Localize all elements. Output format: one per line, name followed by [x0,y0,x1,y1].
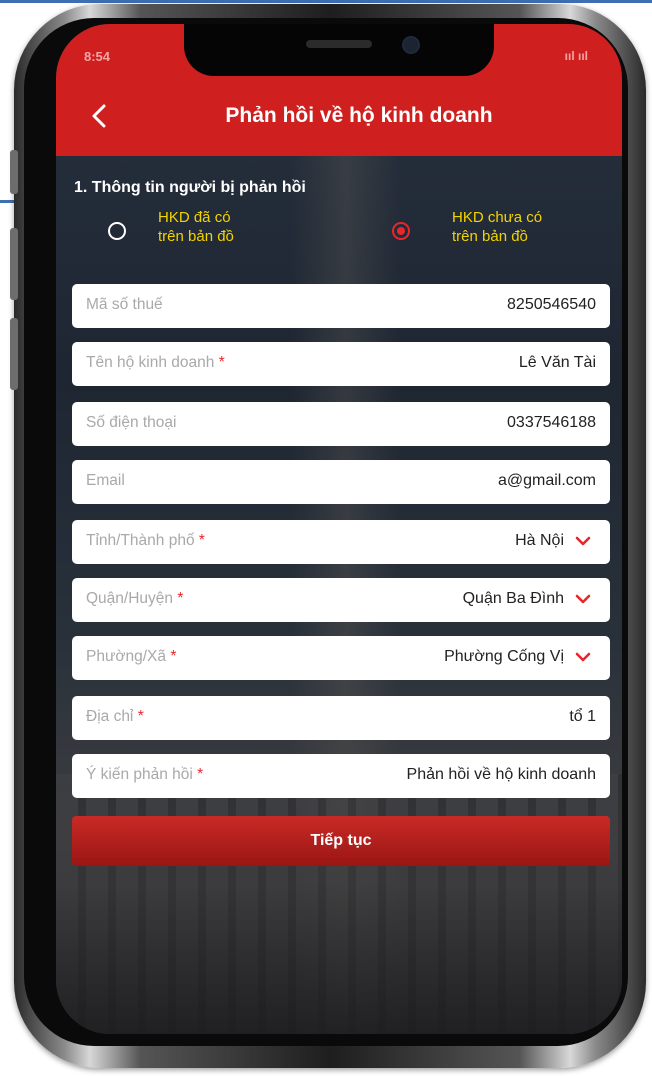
back-button[interactable] [80,96,120,136]
ward-select[interactable]: Phường/Xã * Phường Cống Vị [72,636,610,680]
phone-field[interactable]: Số điện thoại 0337546188 [72,402,610,446]
field-label: Quận/Huyện * [86,590,184,607]
chevron-down-icon[interactable] [572,530,594,552]
status-time: 8:54 [84,49,111,64]
speaker-grille [306,40,372,48]
radio-label-line1: HKD đã có [158,209,231,226]
field-value: Hà Nội [515,532,564,549]
tax-code-field[interactable]: Mã số thuế 8250546540 [72,284,610,328]
field-value: Lê Văn Tài [518,354,596,371]
radio-label-hkd-on-map: HKD đã có trên bản đồ [158,208,234,246]
front-camera [402,36,420,54]
volume-down-button [10,318,18,390]
business-name-field[interactable]: Tên hộ kinh doanh * Lê Văn Tài [72,342,610,386]
radio-label-line2: trên bản đồ [452,228,528,245]
volume-up-button [10,228,18,300]
radio-label-line1: HKD chưa có [452,209,543,226]
email-field[interactable]: Email a@gmail.com [72,460,610,504]
field-label: Phường/Xã * [86,648,177,665]
province-select[interactable]: Tỉnh/Thành phố * Hà Nội [72,520,610,564]
radio-circle-checked[interactable] [392,222,410,240]
field-value: a@gmail.com [497,472,596,489]
section-title: 1. Thông tin người bị phản hồi [74,179,306,196]
feedback-field[interactable]: Ý kiến phản hồi * Phản hồi về hộ kinh do… [72,754,610,798]
chevron-down-icon[interactable] [572,588,594,610]
field-value: Quận Ba Đình [462,590,564,607]
field-label: Ý kiến phản hồi * [86,766,204,783]
district-select[interactable]: Quận/Huyện * Quận Ba Đình [72,578,610,622]
chevron-left-icon [92,104,106,128]
radio-label-line2: trên bản đồ [158,228,234,245]
field-value: 0337546188 [507,414,596,431]
field-label: Tỉnh/Thành phố * [86,532,205,549]
phone-notch [184,24,494,76]
field-label: Tên hộ kinh doanh * [86,354,225,371]
chevron-down-icon[interactable] [572,646,594,668]
field-label: Địa chỉ * [86,708,144,725]
field-value: 8250546540 [507,296,596,313]
address-field[interactable]: Địa chỉ * tổ 1 [72,696,610,740]
mute-switch [10,150,18,194]
signal-icon: ııl ııl [564,49,588,63]
field-label: Mã số thuế [86,296,163,313]
field-value: Phường Cống Vị [444,648,564,665]
radio-hkd-not-on-map[interactable]: HKD chưa có trên bản đồ [392,204,592,264]
field-label: Số điện thoại [86,414,177,431]
page-top-rule [0,0,652,3]
page-title: Phản hồi về hộ kinh doanh [225,104,493,127]
field-value: tổ 1 [569,708,596,725]
app-screen: 8:54 ııl ııl Phản hồi về hộ kinh doanh 1… [56,24,622,1034]
radio-label-hkd-not-on-map: HKD chưa có trên bản đồ [452,208,542,246]
field-value: Phản hồi về hộ kinh doanh [406,766,596,783]
map-status-radio-group: HKD đã có trên bản đồ HKD chưa có trên b… [56,204,622,284]
radio-circle-unchecked[interactable] [108,222,126,240]
radio-hkd-on-map[interactable]: HKD đã có trên bản đồ [108,204,298,264]
field-label: Email [86,472,125,489]
continue-button[interactable]: Tiếp tục [72,816,610,866]
